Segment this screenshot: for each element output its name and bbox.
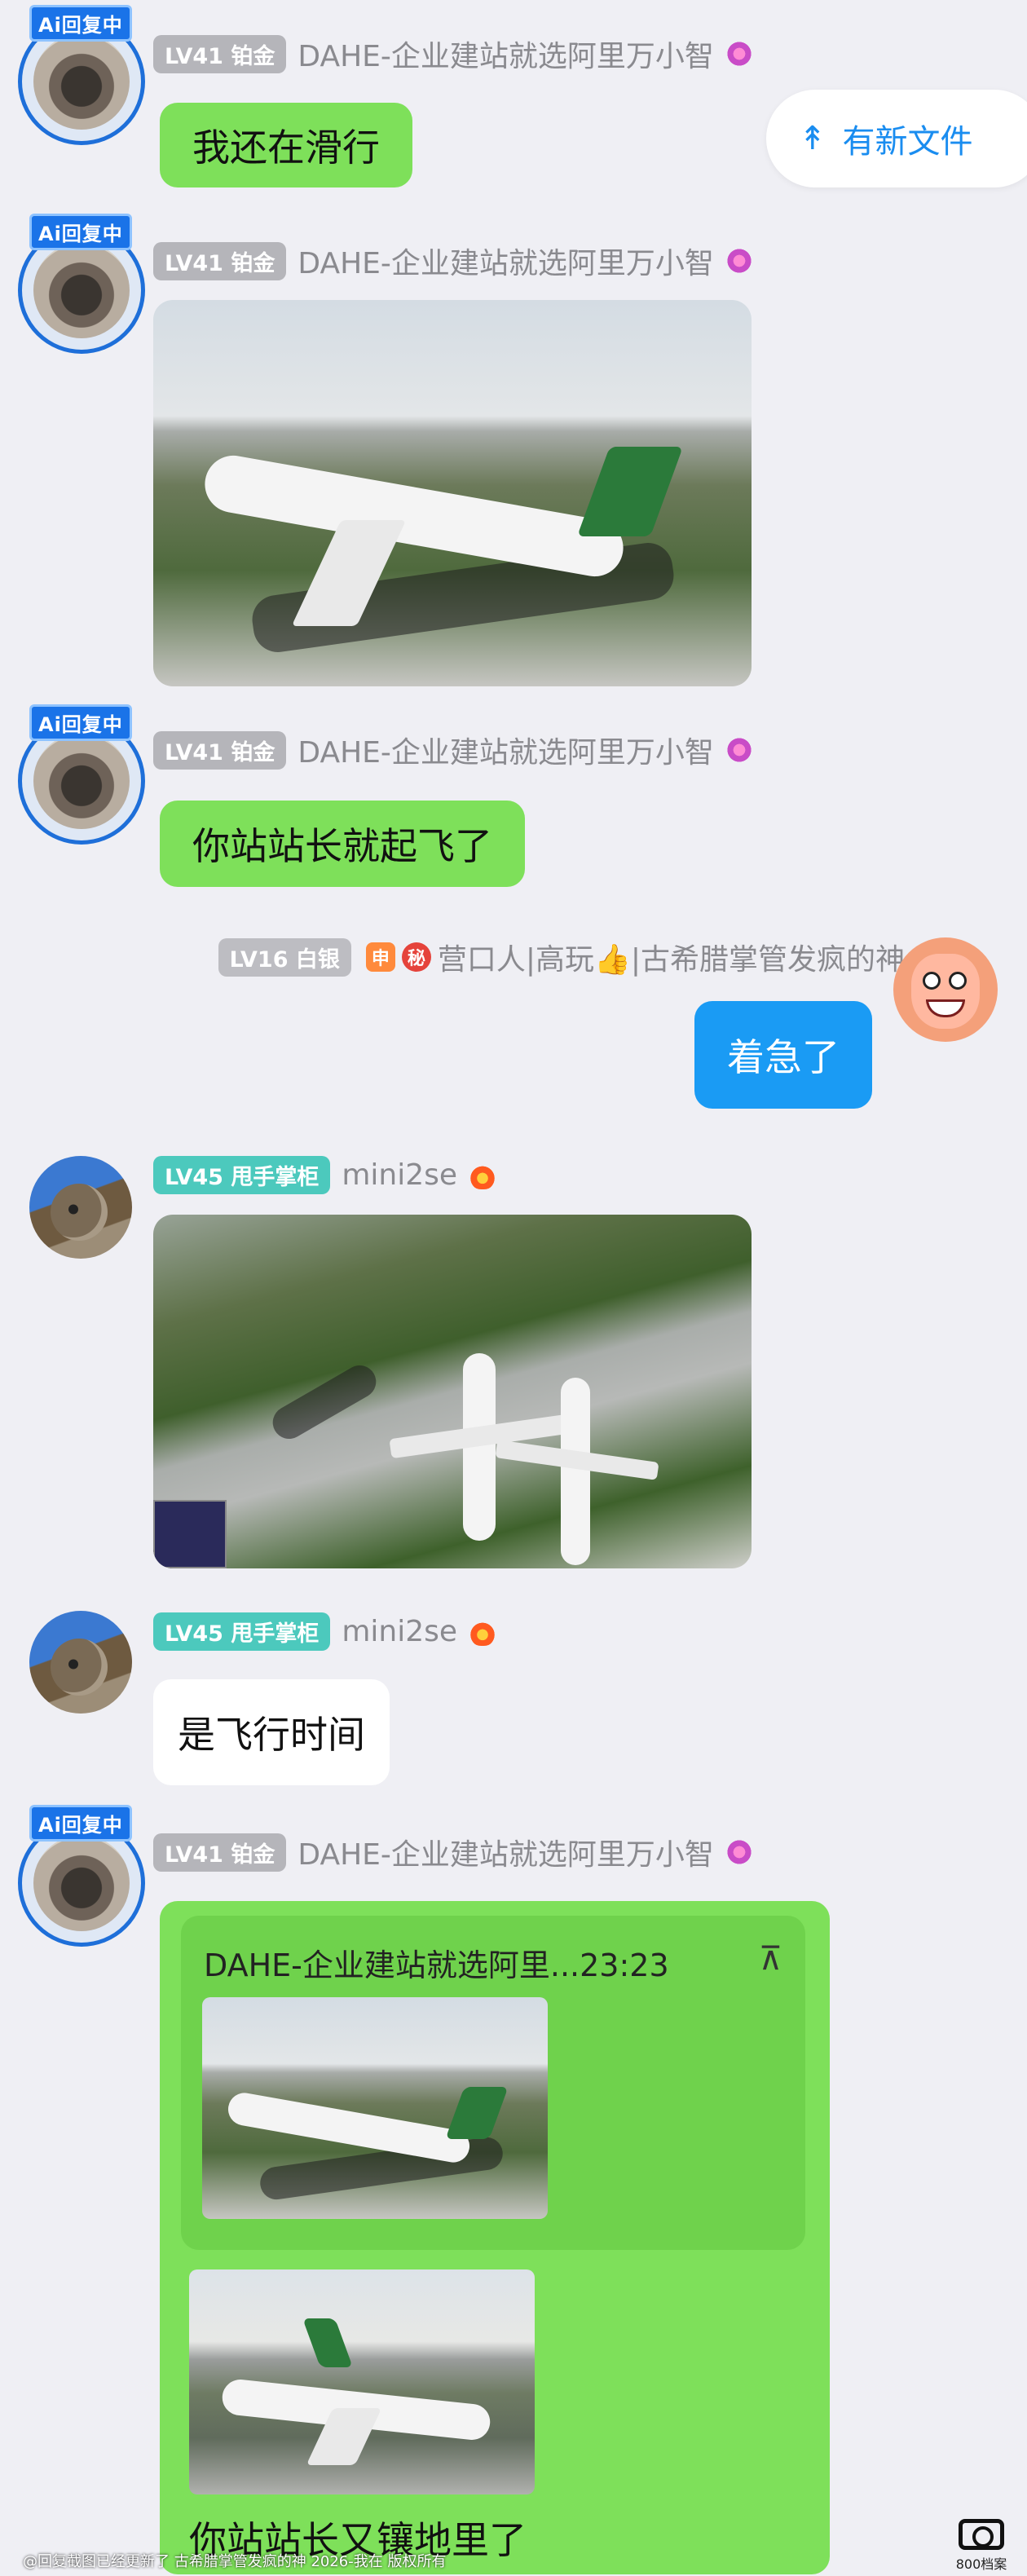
ai-replying-badge: Ai回复中 <box>29 214 132 250</box>
sender-name[interactable]: DAHE-企业建站就选阿里万小智 <box>298 240 714 282</box>
seal-avatar-image <box>51 1639 108 1696</box>
airplane-taxi-photo[interactable] <box>153 300 752 686</box>
message-bubble[interactable]: 我还在滑行 <box>160 103 412 187</box>
avatar[interactable] <box>893 937 998 1042</box>
minimap-widget[interactable] <box>153 1500 227 1568</box>
watermark: @回复截图已经更新了 古希腊掌管发疯的神 2026-我在 版权所有 <box>23 2553 447 2570</box>
level-badge: LV41 铂金 <box>153 730 287 770</box>
airplane <box>561 1378 590 1565</box>
chat-message: Ai回复中 LV41 铂金 DAHE-企业建站就选阿里万小智 <box>0 1798 1027 1947</box>
airplane <box>200 451 628 581</box>
secret-tag: 秘 <box>401 942 431 972</box>
sender-name[interactable]: DAHE-企业建站就选阿里万小智 <box>298 33 714 75</box>
chat-message: Ai回复中 LV41 铂金 DAHE-企业建站就选阿里万小智 你站站长就起飞了 <box>0 699 1027 895</box>
chat-message-self: LV16 白银 申 秘 营口人|高玩👍|古希腊掌管发疯的神 着急了 <box>0 921 1027 1117</box>
sender-name[interactable]: 营口人|高玩👍|古希腊掌管发疯的神 <box>438 936 905 978</box>
level-badge: LV41 铂金 <box>153 241 287 280</box>
cat-avatar-image <box>33 733 130 829</box>
message-meta: LV45 甩手掌柜 mini2se <box>153 1612 497 1651</box>
message-bubble[interactable]: 着急了 <box>694 1001 872 1109</box>
avatar[interactable] <box>29 1156 132 1259</box>
message-bubble[interactable]: 你站站长就起飞了 <box>160 801 525 887</box>
chat-message: Ai回复中 LV41 铂金 DAHE-企业建站就选阿里万小智 我还在滑行 <box>0 0 1027 196</box>
ai-replying-badge: Ai回复中 <box>29 1805 132 1842</box>
quote-reply-bubble[interactable]: DAHE-企业建站就选阿里...23:23 ⊼ 你站站长又镶地里了 <box>160 1901 830 2574</box>
message-meta: LV41 铂金 DAHE-企业建站就选阿里万小智 <box>153 33 753 75</box>
site-logo-text: 800档案站 <box>955 2556 1007 2572</box>
level-badge: LV41 铂金 <box>153 34 287 73</box>
two-airplanes-runway-photo[interactable] <box>153 1215 752 1568</box>
airplane-landing-photo[interactable] <box>189 2269 535 2494</box>
ai-replying-badge: Ai回复中 <box>29 5 132 42</box>
fire-icon <box>469 1617 497 1646</box>
quoted-message-title: DAHE-企业建站就选阿里...23:23 <box>204 1947 669 1983</box>
cat-avatar-image <box>33 1835 130 1931</box>
sender-name[interactable]: mini2se <box>342 1615 457 1648</box>
airplane-tail <box>302 2318 353 2367</box>
message-bubble[interactable]: 是飞行时间 <box>153 1679 390 1785</box>
starfish-avatar-image <box>911 954 980 1029</box>
cat-avatar-image <box>33 242 130 338</box>
level-badge: LV45 甩手掌柜 <box>153 1156 331 1194</box>
message-meta: LV16 白银 申 秘 营口人|高玩👍|古希腊掌管发疯的神 <box>218 936 905 978</box>
airplane-tail <box>576 447 684 536</box>
plane-shadow <box>267 1359 382 1445</box>
flower-icon <box>725 247 753 275</box>
airplane-tail <box>445 2087 509 2139</box>
avatar[interactable] <box>29 1611 132 1714</box>
message-meta: LV45 甩手掌柜 mini2se <box>153 1156 497 1194</box>
level-badge: LV41 铂金 <box>153 1833 287 1872</box>
site-logo: 800档案站 <box>952 2519 1011 2576</box>
flower-icon <box>725 40 753 68</box>
level-badge: LV16 白银 <box>218 937 351 977</box>
sender-name[interactable]: DAHE-企业建站就选阿里万小智 <box>298 729 714 771</box>
message-meta: LV41 铂金 DAHE-企业建站就选阿里万小智 <box>153 240 753 282</box>
seal-avatar-image <box>51 1184 108 1241</box>
level-badge: LV45 甩手掌柜 <box>153 1612 331 1651</box>
message-meta: LV41 铂金 DAHE-企业建站就选阿里万小智 <box>153 729 753 771</box>
sender-name[interactable]: DAHE-企业建站就选阿里万小智 <box>298 1831 714 1873</box>
fire-icon <box>469 1161 497 1189</box>
chat-message: LV45 甩手掌柜 mini2se <box>0 1148 1027 1572</box>
quoted-airplane-photo[interactable] <box>202 1997 548 2219</box>
airplane <box>225 2090 473 2165</box>
chat-message: Ai回复中 LV41 铂金 DAHE-企业建站就选阿里万小智 <box>0 209 1027 698</box>
quoted-message[interactable]: DAHE-企业建站就选阿里...23:23 ⊼ <box>181 1916 805 2250</box>
pin-to-top-icon[interactable]: ⊼ <box>759 1940 782 1978</box>
sender-name[interactable]: mini2se <box>342 1158 457 1192</box>
ai-replying-badge: Ai回复中 <box>29 704 132 741</box>
camera-icon <box>959 2519 1004 2550</box>
flower-icon <box>725 736 753 764</box>
chat-message: LV45 甩手掌柜 mini2se 是飞行时间 <box>0 1603 1027 1790</box>
flower-icon <box>725 1838 753 1866</box>
cat-avatar-image <box>33 33 130 130</box>
message-meta: LV41 铂金 DAHE-企业建站就选阿里万小智 <box>153 1831 753 1873</box>
apply-tag: 申 <box>365 942 395 972</box>
